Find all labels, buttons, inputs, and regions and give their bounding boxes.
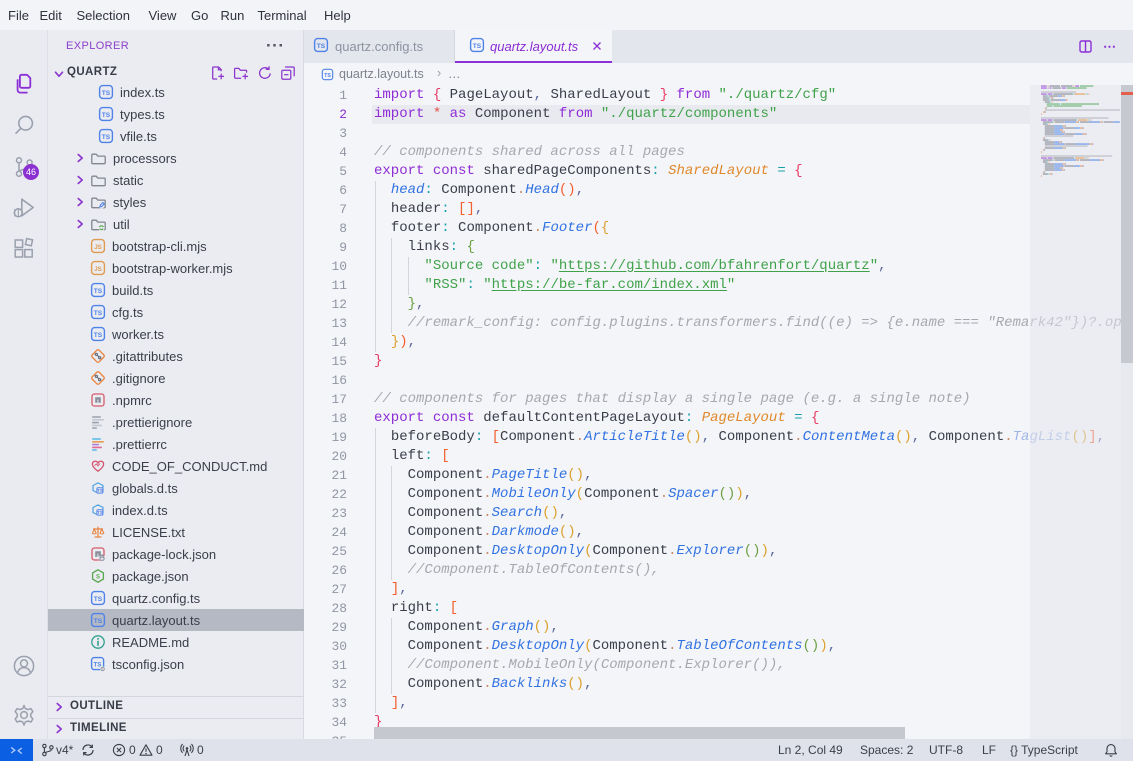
svg-text:TS: TS (97, 510, 103, 515)
svg-text:S: S (96, 575, 100, 581)
svg-text:TS: TS (94, 618, 103, 625)
svg-text:TS: TS (94, 310, 103, 317)
svg-text:TS: TS (94, 596, 103, 603)
svg-text:TS: TS (93, 662, 101, 669)
svg-text:TS: TS (102, 90, 111, 97)
svg-text:TS: TS (102, 134, 111, 141)
svg-text:TS: TS (97, 488, 103, 493)
svg-text:JS: JS (94, 266, 102, 273)
svg-text:TS: TS (94, 288, 103, 295)
svg-text:TS: TS (324, 73, 331, 79)
svg-text:TS: TS (102, 112, 111, 119)
svg-text:JS: JS (94, 244, 102, 251)
svg-text:TS: TS (473, 43, 482, 50)
svg-text:TS: TS (94, 332, 103, 339)
svg-text:TS: TS (317, 43, 326, 50)
